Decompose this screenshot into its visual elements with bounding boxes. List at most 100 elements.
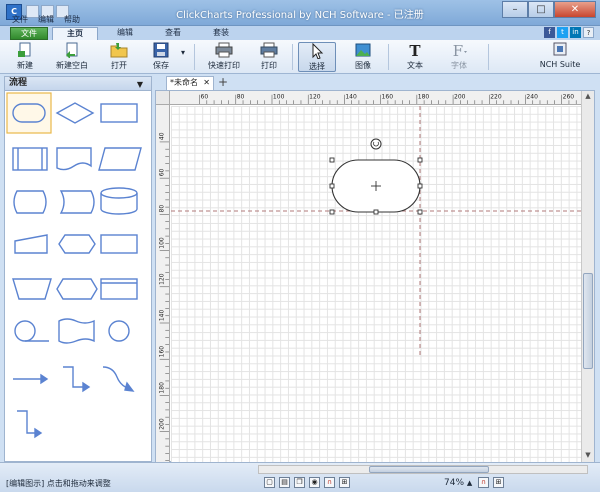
- shape-manual-input[interactable]: [14, 234, 48, 254]
- tab-suite[interactable]: 套装: [200, 27, 242, 40]
- shape-direct-data[interactable]: [59, 190, 95, 214]
- canvas-grid[interactable]: [171, 106, 582, 463]
- vertical-scroll-thumb[interactable]: [583, 273, 593, 369]
- linkedin-icon[interactable]: in: [570, 27, 581, 38]
- twitter-icon[interactable]: t: [557, 27, 568, 38]
- ruler-label: 80: [237, 93, 245, 100]
- shape-decision[interactable]: [55, 102, 95, 124]
- shape-manual-operation[interactable]: [12, 278, 52, 300]
- shape-preparation[interactable]: [58, 234, 96, 254]
- add-tab-button[interactable]: +: [218, 75, 228, 89]
- status-hint: [编辑图示] 点击和拖动来调整: [6, 479, 111, 488]
- shape-predefined-process[interactable]: [12, 147, 48, 171]
- menu-bar: 文件 编辑 帮助: [0, 14, 80, 26]
- open-button[interactable]: 打开: [102, 42, 136, 72]
- snap-magnet-icon[interactable]: ∩: [478, 477, 489, 488]
- tab-home[interactable]: 主页: [52, 27, 98, 40]
- open-label: 打开: [111, 61, 127, 70]
- magnet-icon[interactable]: ∩: [324, 477, 335, 488]
- copy-icon[interactable]: ❐: [294, 477, 305, 488]
- resize-handle[interactable]: [417, 183, 423, 189]
- nch-suite-button[interactable]: NCH Suite: [538, 42, 582, 72]
- facebook-icon[interactable]: f: [544, 27, 555, 38]
- horizontal-ruler: 60 80 100 120 140 160 180 200 220 240 260: [170, 91, 582, 105]
- menu-edit[interactable]: 编辑: [38, 14, 54, 26]
- resize-handle[interactable]: [417, 157, 423, 163]
- shape-document[interactable]: [56, 147, 92, 171]
- shape-elbow-arrow[interactable]: [63, 366, 91, 393]
- horizontal-scrollbar[interactable]: [258, 465, 588, 474]
- page-icon[interactable]: ▤: [279, 477, 290, 488]
- nch-suite-label: NCH Suite: [539, 60, 581, 69]
- chevron-down-icon: ▾: [180, 48, 185, 57]
- nch-suite-icon: [553, 42, 567, 56]
- new-button-label: 新建: [17, 61, 33, 70]
- image-button[interactable]: 图像: [346, 42, 380, 72]
- shape-process[interactable]: [100, 103, 138, 123]
- shape-curved-arrow[interactable]: [102, 366, 135, 392]
- drawing-canvas-area: 60 80 100 120 140 160 180 200 220 240 260 40 60 80 10…: [155, 90, 595, 463]
- new-button[interactable]: 新建: [8, 42, 42, 72]
- resize-handle[interactable]: [417, 209, 423, 215]
- select-button[interactable]: 选择: [298, 42, 336, 72]
- tab-file[interactable]: 文件: [10, 27, 48, 40]
- image-label: 图像: [355, 61, 371, 70]
- close-tab-icon[interactable]: ✕: [203, 77, 210, 89]
- ruler-label: 40: [158, 132, 165, 140]
- font-button[interactable]: F 字体: [440, 42, 478, 72]
- shape-display[interactable]: [56, 278, 98, 300]
- resize-handle[interactable]: [329, 157, 335, 163]
- tab-edit[interactable]: 编辑: [104, 27, 146, 40]
- snap-grid-icon[interactable]: ⊞: [493, 477, 504, 488]
- close-button[interactable]: ✕: [554, 1, 596, 18]
- tab-view[interactable]: 查看: [152, 27, 194, 40]
- print-button[interactable]: 打印: [252, 42, 286, 72]
- resize-handle[interactable]: [329, 209, 335, 215]
- shape-multi-document[interactable]: [100, 278, 138, 300]
- quick-print-button[interactable]: 快速打印: [202, 42, 246, 72]
- ruler-label: 100: [158, 237, 165, 249]
- minimize-button[interactable]: –: [502, 1, 528, 18]
- ruler-label: 60: [158, 168, 165, 176]
- resize-handle[interactable]: [373, 209, 379, 215]
- ribbon-divider: [388, 44, 389, 70]
- help-icon[interactable]: ?: [583, 27, 594, 38]
- zoom-arrow-icon[interactable]: ▲: [467, 479, 472, 487]
- scroll-down-arrow-icon[interactable]: ▼: [583, 451, 593, 462]
- new-blank-button[interactable]: 新建空白: [50, 42, 94, 72]
- shape-library-panel: 流程 ▼: [4, 76, 152, 462]
- text-button[interactable]: T 文本: [398, 42, 432, 72]
- menu-help[interactable]: 帮助: [64, 14, 80, 26]
- chevron-down-icon[interactable]: ▼: [137, 78, 143, 91]
- rotate-handle-icon[interactable]: [370, 138, 382, 150]
- shape-elbow-arrow-down[interactable]: [17, 410, 43, 439]
- save-button[interactable]: 保存: [144, 42, 178, 72]
- save-dropdown[interactable]: ▾: [178, 42, 188, 72]
- scroll-up-arrow-icon[interactable]: ▲: [583, 92, 593, 103]
- window-controls: – □ ✕: [502, 1, 596, 18]
- vertical-scrollbar[interactable]: ▲ ▼: [581, 91, 594, 463]
- eye-icon[interactable]: ◉: [309, 477, 320, 488]
- document-tab[interactable]: *未命名 ✕: [166, 76, 214, 90]
- shape-on-page-reference[interactable]: [108, 320, 130, 342]
- shape-category-header[interactable]: 流程 ▼: [5, 77, 151, 91]
- shape-grid: [6, 92, 142, 439]
- select-label: 选择: [309, 62, 325, 71]
- shape-internal-storage[interactable]: [100, 234, 138, 254]
- shape-stored-data[interactable]: [13, 190, 47, 214]
- maximize-button[interactable]: □: [528, 1, 554, 18]
- shape-data[interactable]: [98, 147, 142, 171]
- resize-handle[interactable]: [329, 183, 335, 189]
- image-icon: [355, 43, 371, 57]
- shape-database[interactable]: [100, 187, 138, 215]
- text-label: 文本: [407, 61, 423, 70]
- shape-connector-circle[interactable]: [14, 320, 49, 342]
- menu-file[interactable]: 文件: [12, 14, 28, 26]
- shape-punched-tape[interactable]: [58, 318, 95, 344]
- ruler-label: 140: [158, 309, 165, 321]
- shape-straight-arrow[interactable]: [13, 373, 49, 385]
- horizontal-scroll-thumb[interactable]: [369, 466, 489, 473]
- zoom-level[interactable]: 74% ▲: [444, 478, 472, 488]
- grid-align-icon[interactable]: ⊞: [339, 477, 350, 488]
- fit-page-icon[interactable]: ▢: [264, 477, 275, 488]
